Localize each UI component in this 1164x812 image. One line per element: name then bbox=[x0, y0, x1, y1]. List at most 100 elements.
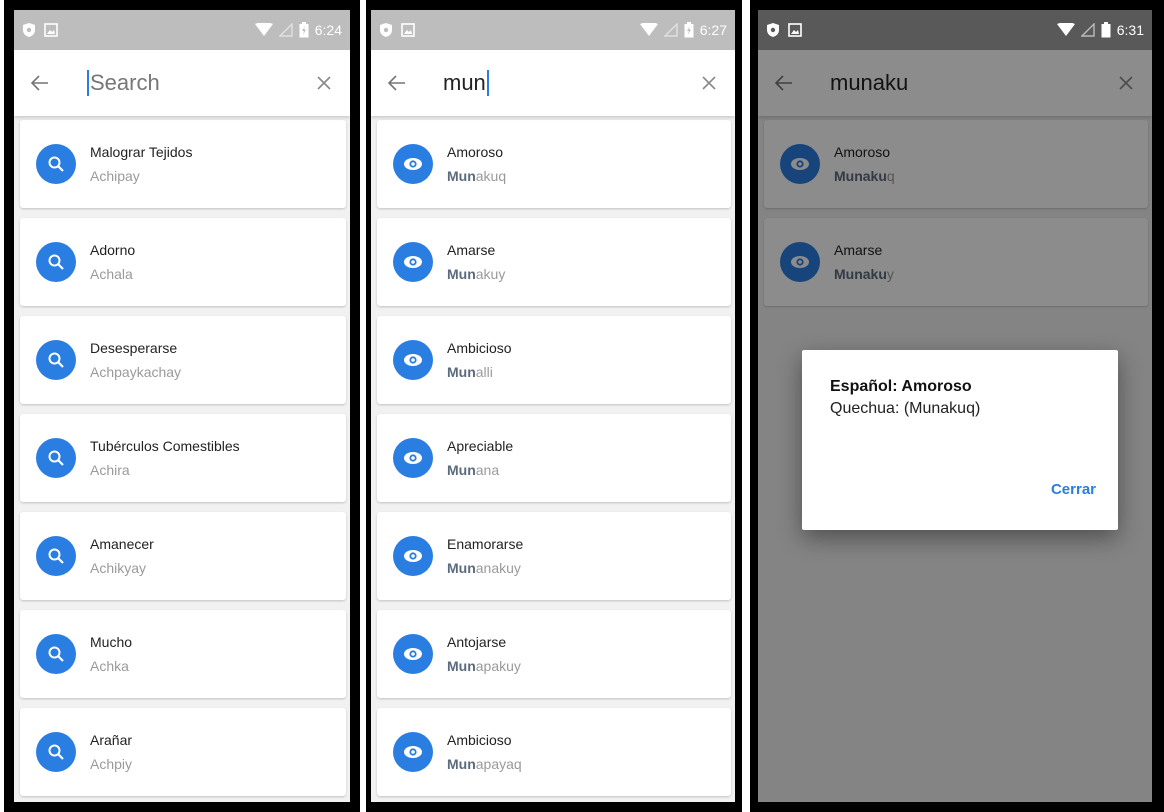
close-icon[interactable] bbox=[697, 71, 721, 95]
eye-icon bbox=[393, 732, 433, 772]
match-highlight: Mun bbox=[447, 462, 476, 478]
item-subtitle: Munanakuy bbox=[447, 560, 523, 576]
signal-icon bbox=[663, 23, 678, 37]
list-item[interactable]: Ambicioso Munalli bbox=[377, 316, 731, 404]
list-item[interactable]: Ambicioso Munapayaq bbox=[377, 708, 731, 796]
dialog-text: Quechua: (Munakuq) bbox=[830, 400, 981, 417]
item-title: Enamorarse bbox=[447, 536, 524, 552]
close-dialog-button[interactable]: Cerrar bbox=[1051, 481, 1096, 498]
list-item[interactable]: Desesperarse Achpaykachay bbox=[20, 316, 346, 404]
item-subtitle: Achka bbox=[90, 658, 129, 674]
results-list: Malograr Tejidos Achipay Adorno Achala Des… bbox=[14, 116, 350, 796]
item-subtitle: Achala bbox=[90, 266, 133, 282]
status-time: 6:31 bbox=[1116, 22, 1144, 38]
match-highlight: Mun bbox=[447, 658, 476, 674]
battery-icon bbox=[1101, 22, 1111, 38]
list-item[interactable]: Enamorarse Munanakuy bbox=[377, 512, 731, 600]
battery-charging-icon bbox=[299, 22, 309, 38]
text-caret bbox=[87, 70, 89, 96]
search-toolbar: mun bbox=[371, 50, 735, 116]
eye-icon bbox=[393, 438, 433, 478]
list-item[interactable]: Mucho Achka bbox=[20, 610, 346, 698]
close-icon[interactable] bbox=[312, 71, 336, 95]
list-item[interactable]: Antojarse Munapakuy bbox=[377, 610, 731, 698]
item-subtitle: Munakuq bbox=[447, 168, 506, 184]
search-toolbar: Search bbox=[14, 50, 350, 116]
item-title: Mucho bbox=[90, 634, 133, 650]
translation-dialog: Español: Amoroso Quechua: (Munakuq) Cerr… bbox=[802, 350, 1118, 530]
list-item[interactable]: Amanecer Achikyay bbox=[20, 512, 346, 600]
item-subtitle: Munalli bbox=[447, 364, 512, 380]
item-subtitle: Achpaykachay bbox=[90, 364, 182, 380]
item-subtitle: Achira bbox=[90, 462, 130, 478]
shield-icon bbox=[22, 22, 36, 38]
search-icon bbox=[36, 634, 76, 674]
image-icon bbox=[788, 23, 802, 37]
status-bar: 6:24 bbox=[14, 10, 350, 50]
item-title: Arañar bbox=[90, 732, 133, 748]
status-bar: 6:27 bbox=[371, 10, 735, 50]
match-rest: ana bbox=[475, 462, 500, 478]
search-icon bbox=[36, 340, 76, 380]
wifi-icon bbox=[1056, 23, 1075, 37]
match-rest: alli bbox=[475, 364, 493, 380]
match-highlight: Mun bbox=[447, 266, 476, 282]
search-input[interactable]: mun bbox=[443, 67, 490, 99]
item-title: Antojarse bbox=[447, 634, 507, 650]
battery-charging-icon bbox=[684, 22, 694, 38]
item-title: Adorno bbox=[90, 242, 136, 258]
dialog-title: Español: Amoroso bbox=[830, 378, 972, 395]
eye-icon bbox=[393, 634, 433, 674]
item-title: Amoroso bbox=[447, 144, 504, 160]
match-rest: anakuy bbox=[475, 560, 521, 576]
item-subtitle: Achikyay bbox=[90, 560, 147, 576]
match-rest: apakuy bbox=[475, 658, 521, 674]
back-arrow-icon[interactable] bbox=[28, 71, 52, 95]
status-time: 6:24 bbox=[314, 22, 342, 38]
item-title: Tubérculos Comestibles bbox=[90, 438, 240, 454]
status-time: 6:27 bbox=[699, 22, 727, 38]
back-arrow-icon[interactable] bbox=[385, 71, 409, 95]
item-subtitle: Achpiy bbox=[90, 756, 133, 772]
list-item[interactable]: Tubérculos Comestibles Achira bbox=[20, 414, 346, 502]
search-icon bbox=[36, 242, 76, 282]
eye-icon bbox=[393, 242, 433, 282]
eye-icon bbox=[393, 144, 433, 184]
shield-icon bbox=[379, 22, 393, 38]
item-subtitle: Munapakuy bbox=[447, 658, 521, 674]
signal-icon bbox=[278, 23, 293, 37]
item-title: Apreciable bbox=[447, 438, 514, 454]
item-title: Ambicioso bbox=[447, 340, 512, 356]
match-rest: akuq bbox=[475, 168, 507, 184]
match-highlight: Mun bbox=[447, 560, 476, 576]
phone-screen-1: 6:24 Search Malograr TejidosAchipay Ado bbox=[4, 0, 360, 812]
phone-screen-3: 6:31 munaku Amoroso Munakuq Amarse Munakuy bbox=[750, 0, 1164, 812]
phone-screen-2: 6:27 mun AmorosoMunakuq AmarseMunakuy bbox=[366, 0, 742, 812]
item-title: Malograr Tejidos bbox=[90, 144, 193, 160]
shield-icon bbox=[766, 22, 780, 38]
list-item[interactable]: Amoroso Munakuq bbox=[377, 120, 731, 208]
list-item[interactable]: Malograr Tejidos Achipay bbox=[20, 120, 346, 208]
list-item[interactable]: Amarse Munakuy bbox=[377, 218, 731, 306]
search-placeholder: Search bbox=[90, 70, 160, 95]
list-item[interactable]: Adorno Achala bbox=[20, 218, 346, 306]
eye-icon bbox=[393, 536, 433, 576]
search-icon bbox=[36, 536, 76, 576]
search-icon bbox=[36, 438, 76, 478]
item-subtitle: Munana bbox=[447, 462, 513, 478]
item-subtitle: Munakuy bbox=[447, 266, 505, 282]
wifi-icon bbox=[254, 23, 273, 37]
match-highlight: Mun bbox=[447, 364, 476, 380]
item-subtitle: Achipay bbox=[90, 168, 140, 184]
search-icon bbox=[36, 144, 76, 184]
item-title: Desesperarse bbox=[90, 340, 178, 356]
list-item[interactable]: Apreciable Munana bbox=[377, 414, 731, 502]
signal-icon bbox=[1080, 23, 1095, 37]
text-caret bbox=[486, 70, 489, 96]
search-query: mun bbox=[443, 70, 486, 95]
item-title: Amanecer bbox=[90, 536, 154, 552]
search-input[interactable]: Search bbox=[86, 67, 160, 99]
wifi-icon bbox=[639, 23, 658, 37]
match-highlight: Mun bbox=[447, 168, 476, 184]
list-item[interactable]: Arañar Achpiy bbox=[20, 708, 346, 796]
